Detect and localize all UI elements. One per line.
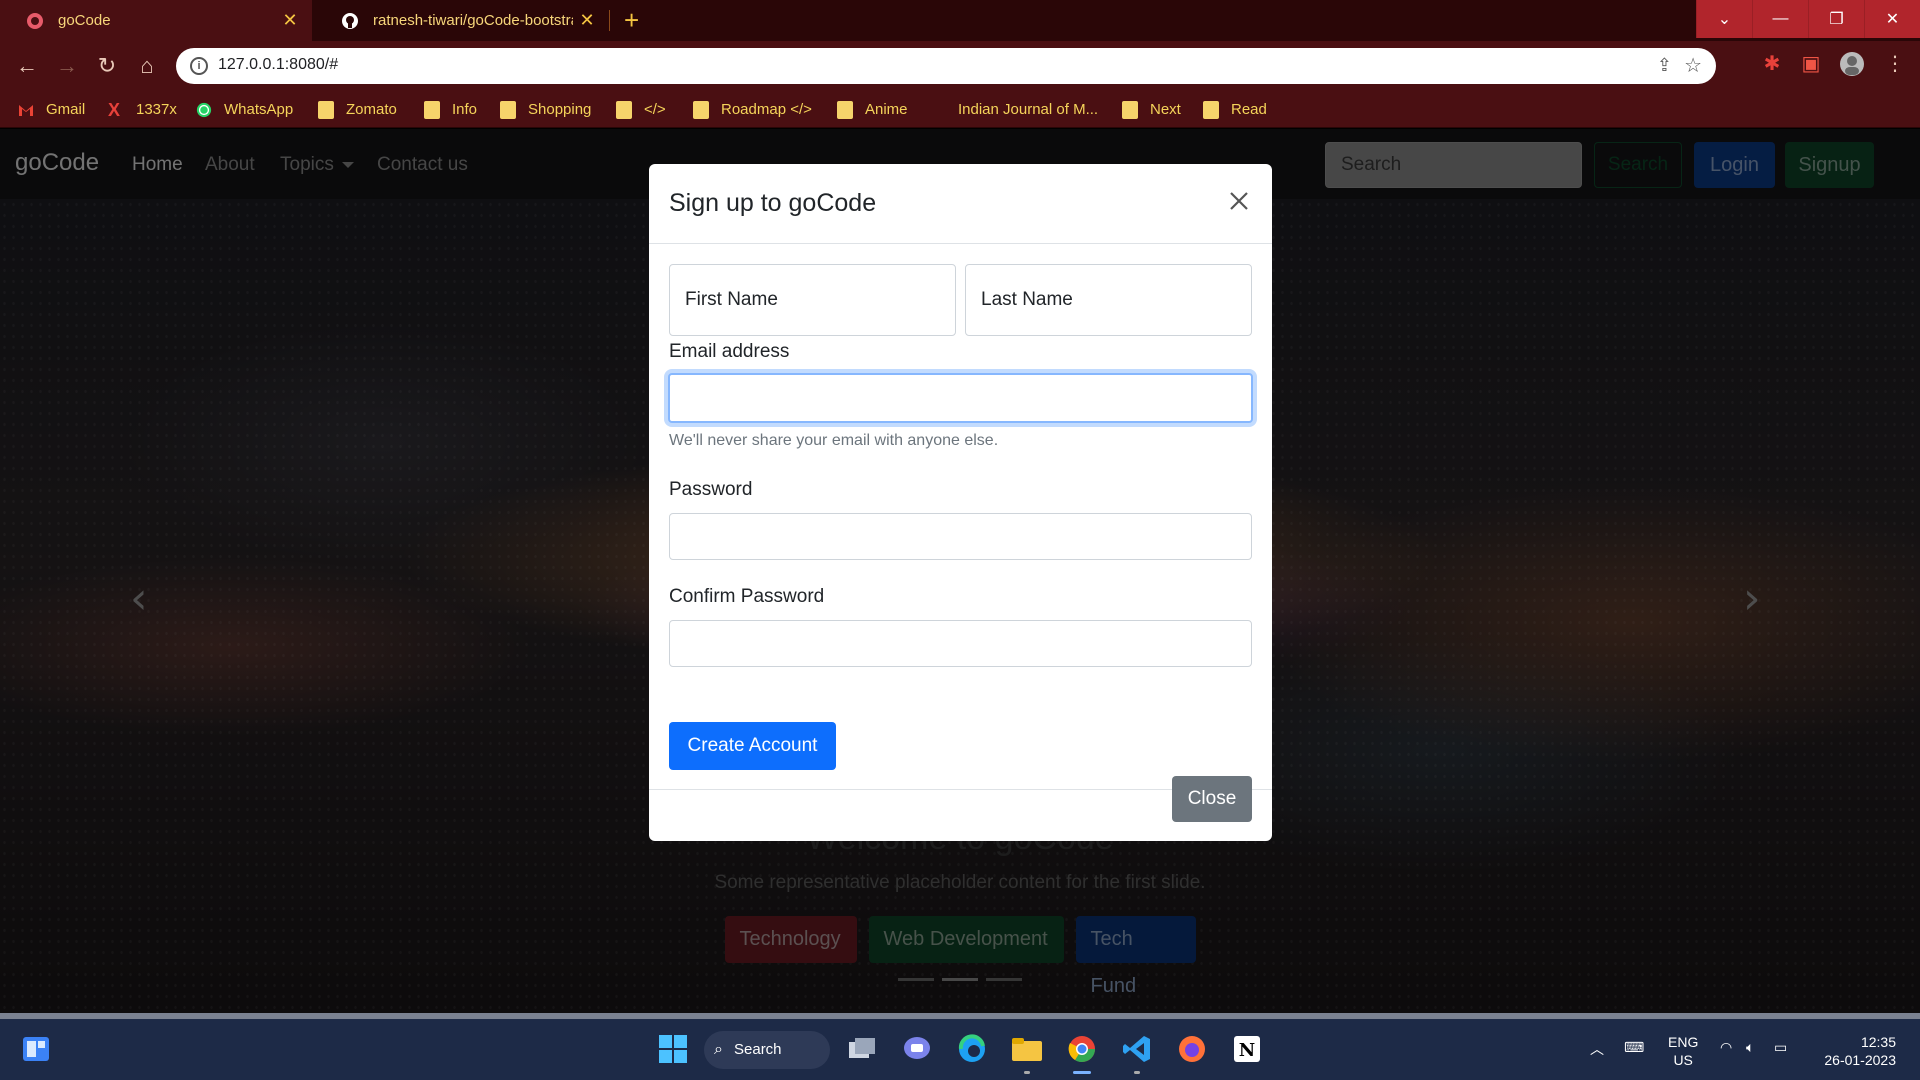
email-help-text: We'll never share your email with anyone… (669, 432, 999, 449)
notion-icon[interactable]: N (1231, 1033, 1263, 1065)
tab-separator (609, 10, 610, 31)
date: 26-01-2023 (1824, 1052, 1896, 1068)
confirm-password-field[interactable] (669, 620, 1252, 667)
tab-gocode[interactable]: goCode ✕ (0, 0, 312, 41)
folder-icon (424, 100, 440, 119)
folder-icon (318, 100, 334, 119)
chrome-icon[interactable] (1066, 1033, 1098, 1065)
bookmark-journal[interactable]: Indian Journal of M... (930, 91, 1098, 128)
last-name-field[interactable]: Last Name (965, 264, 1252, 336)
site-info-icon[interactable]: i (190, 57, 208, 75)
x-icon: X (108, 99, 121, 120)
folder-icon (837, 100, 853, 119)
whatsapp-icon (196, 102, 212, 117)
window-controls: ⌄ — ❐ ✕ (1696, 0, 1920, 38)
password-field[interactable] (669, 513, 1252, 560)
reload-icon[interactable]: ↻ (92, 51, 122, 81)
running-indicator (1024, 1071, 1030, 1074)
first-name-field[interactable]: First Name (669, 264, 956, 336)
bookmark-whatsapp[interactable]: WhatsApp (196, 91, 293, 128)
back-icon[interactable]: ← (12, 51, 42, 81)
teams-chat-icon[interactable] (901, 1033, 933, 1065)
task-view-icon[interactable] (846, 1033, 878, 1065)
share-icon[interactable]: ⇪ (1657, 55, 1672, 76)
web-page: ‹ › Welcome to goCode Some representativ… (0, 129, 1920, 1013)
taskbar-search[interactable]: ⌕ Search (704, 1031, 830, 1069)
page-icon (930, 100, 946, 119)
new-tab-button[interactable]: + (624, 6, 639, 34)
edge-icon[interactable] (956, 1033, 988, 1065)
vscode-icon[interactable] (1121, 1033, 1153, 1065)
folder-icon (1122, 100, 1138, 119)
close-icon[interactable] (1224, 186, 1254, 216)
start-icon[interactable] (657, 1033, 689, 1065)
home-icon[interactable]: ⌂ (132, 51, 162, 81)
close-button[interactable]: Close (1172, 776, 1252, 822)
window-close-icon[interactable]: ✕ (1864, 0, 1920, 38)
email-field[interactable] (668, 373, 1253, 423)
bookmarks-bar: Gmail X 1337x WhatsApp Zomato Info Shopp… (0, 91, 1920, 128)
confirm-password-label: Confirm Password (669, 586, 825, 607)
bookmark-1337x[interactable]: X 1337x (108, 91, 177, 128)
address-bar[interactable]: i 127.0.0.1:8080/# ⇪ ☆ (176, 48, 1716, 84)
gocode-favicon-icon (27, 12, 43, 29)
bookmark-star-icon[interactable]: ☆ (1684, 53, 1702, 78)
forward-icon[interactable]: → (52, 51, 82, 81)
modal-header: Sign up to goCode (649, 164, 1272, 244)
time: 12:35 (1860, 1034, 1896, 1050)
keyboard-icon[interactable]: ⌨ (1624, 1039, 1644, 1056)
windows-taskbar: ⌕ Search N ︿ ⌨ ENG US ◠ 🔈︎ ▭ 12:35 26-01… (0, 1013, 1920, 1080)
avatar-icon (1840, 52, 1864, 76)
running-indicator (1134, 1071, 1140, 1074)
clock[interactable]: 12:35 26-01-2023 (1824, 1033, 1896, 1069)
modal-title: Sign up to goCode (669, 189, 877, 217)
volume-icon[interactable]: 🔈︎ (1746, 1039, 1754, 1056)
tab-search-icon[interactable]: ⌄ (1696, 0, 1752, 38)
svg-text:N: N (1239, 1040, 1255, 1061)
bookmark-gmail[interactable]: Gmail (18, 91, 85, 128)
tab-close-icon[interactable]: ✕ (276, 10, 304, 31)
language-indicator[interactable]: ENG US (1668, 1033, 1698, 1069)
side-panel-icon[interactable]: ▣ (1797, 51, 1825, 76)
bookmark-next[interactable]: Next (1122, 91, 1181, 128)
widgets-icon[interactable] (20, 1033, 52, 1065)
browser-tab-bar: goCode ✕ ratnesh-tiwari/goCode-bootstrap… (0, 0, 1920, 41)
show-hidden-icons-icon[interactable]: ︿ (1590, 1039, 1604, 1059)
folder-icon (616, 100, 632, 119)
file-explorer-icon[interactable] (1011, 1033, 1043, 1065)
bookmark-read[interactable]: Read (1203, 91, 1267, 128)
bookmark-shopping[interactable]: Shopping (500, 91, 591, 128)
active-app-indicator (1073, 1071, 1091, 1074)
bookmark-anime[interactable]: Anime (837, 91, 908, 128)
browser-toolbar: ← → ↻ ⌂ i 127.0.0.1:8080/# ⇪ ☆ ✱ ▣ ⋮ (0, 41, 1920, 91)
menu-icon[interactable]: ⋮ (1881, 51, 1909, 76)
tab-close-icon[interactable]: ✕ (573, 10, 601, 31)
gmail-icon (19, 104, 33, 116)
bookmark-zomato[interactable]: Zomato (318, 91, 397, 128)
url-text[interactable]: 127.0.0.1:8080/# (218, 56, 338, 74)
signup-modal: Sign up to goCode First Name Last Name E… (649, 164, 1272, 841)
email-label: Email address (669, 341, 790, 362)
firefox-icon[interactable] (1176, 1033, 1208, 1065)
tab-title: goCode (58, 12, 111, 29)
minimize-icon[interactable]: — (1752, 0, 1808, 38)
tab-title: ratnesh-tiwari/goCode-bootstrap (373, 12, 573, 29)
folder-icon (500, 100, 516, 119)
battery-icon[interactable]: ▭ (1774, 1039, 1787, 1056)
folder-icon (1203, 100, 1219, 119)
extensions-icon[interactable]: ✱ (1758, 51, 1786, 76)
bookmark-info[interactable]: Info (424, 91, 477, 128)
bookmark-code[interactable]: </> (616, 91, 666, 128)
github-icon (342, 12, 358, 29)
tab-github[interactable]: ratnesh-tiwari/goCode-bootstrap ✕ (315, 0, 609, 41)
restore-icon[interactable]: ❐ (1808, 0, 1864, 38)
password-label: Password (669, 479, 753, 500)
bookmark-roadmap[interactable]: Roadmap </> (693, 91, 812, 128)
create-account-button[interactable]: Create Account (669, 722, 836, 770)
search-icon: ⌕ (714, 1041, 723, 1058)
folder-icon (693, 100, 709, 119)
profile-avatar[interactable] (1838, 51, 1866, 83)
wifi-icon[interactable]: ◠ (1720, 1039, 1732, 1056)
